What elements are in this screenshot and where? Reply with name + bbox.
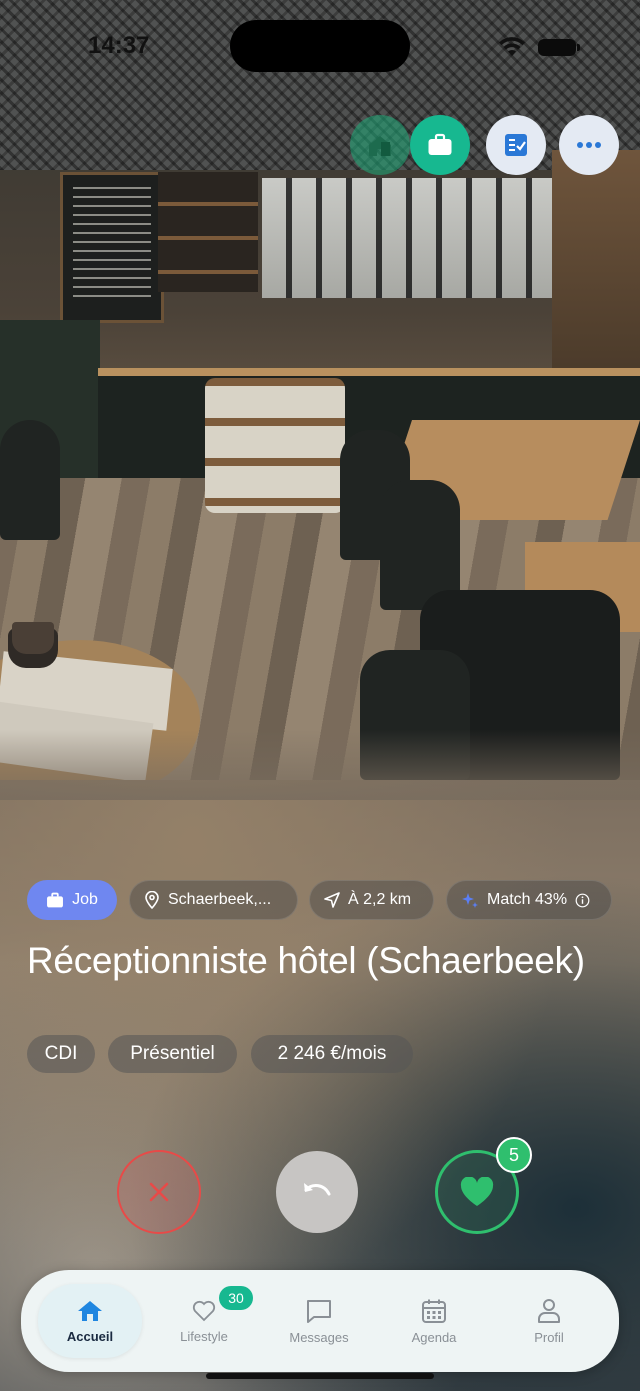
message-icon bbox=[307, 1299, 331, 1323]
status-time: 14:37 bbox=[88, 32, 150, 59]
home-icon bbox=[369, 136, 391, 156]
location-label: Schaerbeek,... bbox=[168, 891, 272, 908]
status-icons bbox=[498, 36, 580, 60]
home-icon bbox=[78, 1300, 102, 1321]
undo-button[interactable] bbox=[276, 1151, 358, 1233]
more-icon bbox=[577, 142, 601, 148]
home-filter-button[interactable] bbox=[350, 115, 410, 175]
job-filter-button[interactable] bbox=[410, 115, 470, 175]
tab-label: Profil bbox=[534, 1329, 564, 1345]
job-title: Réceptionniste hôtel (Schaerbeek) bbox=[27, 940, 585, 981]
navigation-arrow-icon bbox=[324, 892, 340, 908]
close-icon bbox=[149, 1182, 169, 1202]
tab-profil[interactable]: Profil bbox=[497, 1284, 601, 1358]
contract-tag: CDI bbox=[27, 1035, 95, 1073]
dynamic-island bbox=[230, 20, 410, 72]
undo-icon bbox=[304, 1183, 331, 1196]
lifestyle-icon bbox=[192, 1300, 216, 1321]
salary-tag: 2 246 €/mois bbox=[251, 1035, 413, 1073]
tab-label: Agenda bbox=[411, 1329, 457, 1345]
tab-accueil[interactable]: Accueil bbox=[38, 1284, 142, 1358]
battery-icon bbox=[538, 39, 580, 56]
match-label: Match 43% bbox=[487, 891, 568, 908]
distance-pill: À 2,2 km bbox=[309, 880, 434, 920]
work-mode-tag: Présentiel bbox=[108, 1035, 237, 1073]
wifi-icon bbox=[499, 37, 525, 56]
location-pin-icon bbox=[145, 891, 159, 909]
calendar-icon bbox=[422, 1299, 446, 1323]
briefcase-icon bbox=[47, 892, 64, 907]
sparkle-icon bbox=[462, 893, 478, 908]
checklist-icon bbox=[505, 134, 527, 156]
bottom-tab-bar: Accueil Lifestyle 30 Messages Agenda Pro… bbox=[21, 1270, 619, 1372]
location-pill[interactable]: Schaerbeek,... bbox=[129, 880, 298, 920]
listing-photo bbox=[0, 0, 640, 780]
job-type-pill: Job bbox=[27, 880, 117, 920]
tab-lifestyle[interactable]: Lifestyle 30 bbox=[152, 1284, 256, 1358]
heart-icon bbox=[460, 1177, 494, 1206]
tasks-button[interactable] bbox=[486, 115, 546, 175]
tab-messages[interactable]: Messages bbox=[267, 1284, 371, 1358]
home-indicator bbox=[206, 1373, 434, 1379]
more-button[interactable] bbox=[559, 115, 619, 175]
tab-label: Accueil bbox=[66, 1328, 114, 1344]
distance-label: À 2,2 km bbox=[348, 891, 412, 908]
profile-icon bbox=[538, 1298, 560, 1323]
tab-agenda[interactable]: Agenda bbox=[382, 1284, 486, 1358]
like-count-badge: 5 bbox=[496, 1137, 532, 1173]
briefcase-icon bbox=[428, 133, 452, 155]
match-pill[interactable]: Match 43% bbox=[446, 880, 612, 920]
job-type-label: Job bbox=[72, 891, 98, 908]
tab-label: Messages bbox=[289, 1329, 349, 1345]
tab-label: Lifestyle bbox=[180, 1328, 228, 1344]
info-icon bbox=[575, 893, 590, 907]
reject-button[interactable] bbox=[117, 1150, 201, 1234]
lifestyle-badge: 30 bbox=[219, 1286, 253, 1310]
